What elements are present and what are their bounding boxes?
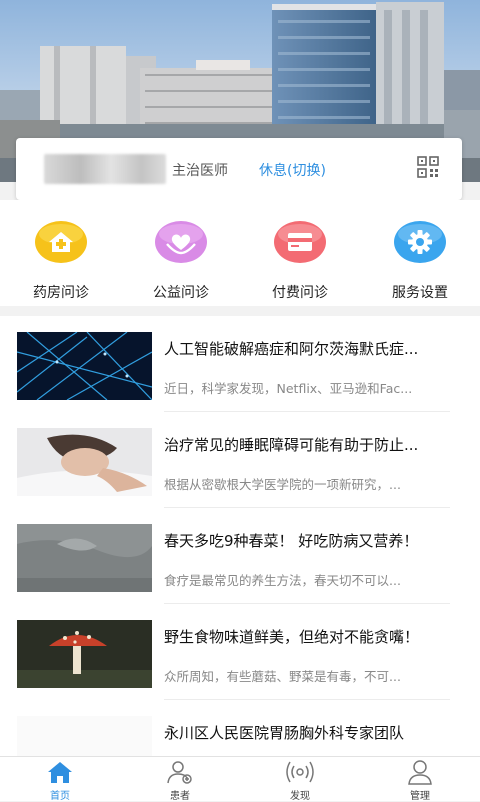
news-summary: 众所周知，有些蘑菇、野菜是有毒，不可... (164, 669, 401, 684)
gear-icon (394, 221, 446, 263)
news-title: 野生食物味道鲜美，但绝对不能贪嘴！ (164, 628, 420, 646)
news-thumbnail (17, 716, 152, 756)
tab-home[interactable]: 首页 (20, 759, 100, 802)
gray-texture-thumbnail (17, 524, 152, 592)
home-icon (48, 762, 72, 783)
doctor-info-card: 主治医师 休息(切换) (16, 138, 462, 200)
menu-label: 服务设置 (392, 285, 448, 301)
patients-icon (167, 761, 192, 784)
doctor-title: 主治医师 (172, 163, 228, 179)
news-title: 治疗常见的睡眠障碍可能有助于防止... (164, 436, 419, 454)
news-title: 人工智能破解癌症和阿尔茨海默氏症... (164, 340, 419, 358)
mushroom-thumbnail (17, 620, 152, 688)
doctor-name-blurred (44, 154, 166, 184)
ai-network-thumbnail (17, 332, 152, 400)
bottom-tab-bar: 首页 患者 发现 管理 (0, 756, 480, 802)
discover-icon (286, 761, 314, 783)
heart-hands-icon (155, 221, 207, 263)
news-list: 人工智能破解癌症和阿尔茨海默氏症... 近日，科学家发现，Netflix、亚马逊… (0, 316, 480, 756)
card-icon (274, 221, 326, 263)
news-summary: 食疗是最常见的养生方法，春天切不可以... (164, 573, 401, 588)
profile-icon (408, 760, 432, 785)
news-title: 永川区人民医院胃肠胸外科专家团队 (164, 724, 405, 742)
tab-patients[interactable]: 患者 (140, 759, 220, 802)
menu-label: 付费问诊 (272, 285, 328, 301)
status-toggle-link[interactable]: 休息(切换) (259, 160, 326, 180)
news-item[interactable]: 人工智能破解癌症和阿尔茨海默氏症... 近日，科学家发现，Netflix、亚马逊… (0, 316, 480, 412)
menu-pharmacy-consult[interactable]: 药房问诊 (11, 220, 111, 302)
menu-label: 药房问诊 (33, 285, 89, 301)
menu-label: 公益问诊 (153, 285, 209, 301)
news-summary: 根据从密歇根大学医学院的一项新研究，... (164, 477, 401, 492)
tab-manage[interactable]: 管理 (380, 759, 460, 802)
sleeping-woman-thumbnail (17, 428, 152, 496)
news-item[interactable]: 春天多吃9种春菜！ 好吃防病又营养！ 食疗是最常见的养生方法，春天切不可以... (0, 508, 480, 604)
pharmacy-house-icon (35, 221, 87, 263)
menu-paid-consult[interactable]: 付费问诊 (250, 220, 350, 302)
menu-service-settings[interactable]: 服务设置 (370, 220, 470, 302)
quick-menu: 药房问诊 公益问诊 付费问诊 服务设置 (0, 200, 480, 306)
news-item[interactable]: 治疗常见的睡眠障碍可能有助于防止... 根据从密歇根大学医学院的一项新研究，..… (0, 412, 480, 508)
tab-discover[interactable]: 发现 (260, 759, 340, 802)
news-item[interactable]: 野生食物味道鲜美，但绝对不能贪嘴！ 众所周知，有些蘑菇、野菜是有毒，不可... (0, 604, 480, 700)
qr-code-icon[interactable] (416, 155, 440, 179)
menu-charity-consult[interactable]: 公益问诊 (131, 220, 231, 302)
news-item[interactable]: 永川区人民医院胃肠胸外科专家团队 (0, 700, 480, 756)
news-summary: 近日，科学家发现，Netflix、亚马逊和Fac... (164, 381, 413, 396)
news-title: 春天多吃9种春菜！ 好吃防病又营养！ (164, 532, 419, 550)
